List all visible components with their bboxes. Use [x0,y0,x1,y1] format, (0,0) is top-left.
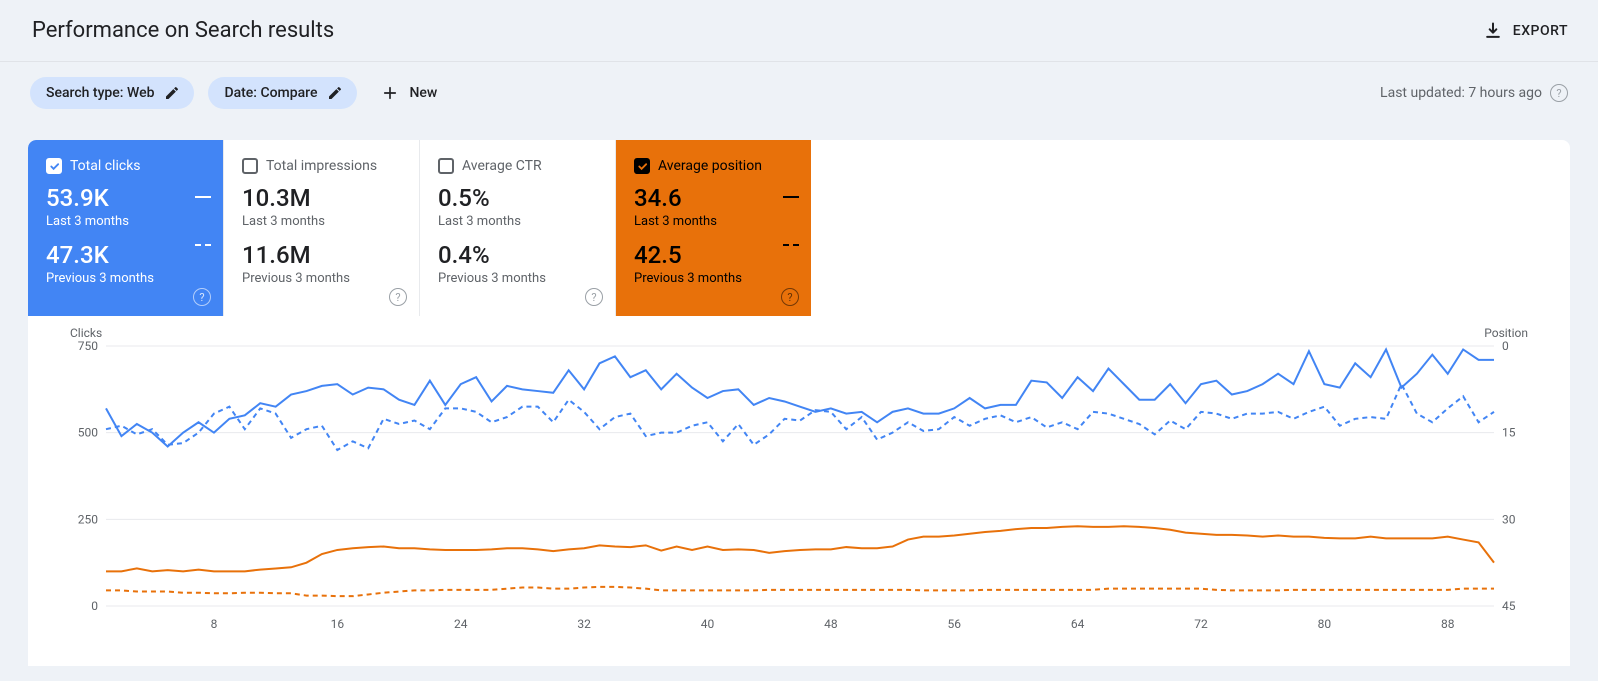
svg-text:8: 8 [211,617,218,631]
filter-search-type-label: Search type: Web [46,85,154,101]
metric-value-current: 10.3M [242,184,419,212]
metric-period-current: Last 3 months [438,214,615,229]
legend-solid-icon [783,196,799,198]
metric-total-clicks[interactable]: Total clicks 53.9K Last 3 months 47.3K P… [28,140,224,316]
metric-period-previous: Previous 3 months [46,271,223,286]
plus-icon [381,84,399,102]
performance-card: Total clicks 53.9K Last 3 months 47.3K P… [28,140,1570,666]
checkbox-icon [242,158,258,174]
svg-text:15: 15 [1502,426,1516,440]
svg-text:24: 24 [454,617,468,631]
metric-tabs: Total clicks 53.9K Last 3 months 47.3K P… [28,140,1570,316]
svg-text:30: 30 [1502,512,1516,526]
help-icon[interactable]: ? [781,286,799,307]
last-updated-text: Last updated: 7 hours ago [1380,85,1542,101]
y-axis-left-label: Clicks [70,326,102,340]
svg-text:250: 250 [78,512,98,526]
filter-date-label: Date: Compare [224,85,317,101]
svg-text:72: 72 [1194,617,1208,631]
svg-text:16: 16 [331,617,345,631]
svg-text:32: 32 [577,617,591,631]
metric-label: Average position [658,158,762,174]
metric-period-previous: Previous 3 months [438,271,615,286]
export-label: EXPORT [1513,23,1568,39]
svg-text:80: 80 [1318,617,1332,631]
metric-average-position[interactable]: Average position 34.6 Last 3 months 42.5… [616,140,811,316]
svg-text:0: 0 [1502,339,1509,353]
filter-date[interactable]: Date: Compare [208,77,357,109]
last-updated: Last updated: 7 hours ago ? [1380,84,1568,102]
pencil-icon [327,85,343,101]
metric-period-current: Last 3 months [46,214,223,229]
svg-text:40: 40 [701,617,715,631]
svg-text:48: 48 [824,617,838,631]
metric-value-previous: 0.4% [438,241,615,269]
metric-value-current: 34.6 [634,184,811,212]
y-axis-right-label: Position [1484,326,1528,340]
pencil-icon [164,85,180,101]
help-icon[interactable]: ? [193,286,211,307]
metric-period-previous: Previous 3 months [242,271,419,286]
help-icon[interactable]: ? [389,286,407,307]
page-title: Performance on Search results [32,18,334,43]
page-header: Performance on Search results EXPORT [0,0,1598,62]
checkbox-icon [46,158,62,174]
help-icon[interactable]: ? [585,286,603,307]
help-icon[interactable]: ? [1550,84,1568,102]
metric-label: Average CTR [462,158,542,174]
metric-average-ctr[interactable]: Average CTR 0.5% Last 3 months 0.4% Prev… [420,140,616,316]
download-icon [1483,21,1503,41]
svg-text:45: 45 [1502,599,1516,613]
svg-text:500: 500 [78,426,98,440]
svg-text:0: 0 [91,599,98,613]
svg-text:56: 56 [947,617,961,631]
metric-value-previous: 11.6M [242,241,419,269]
performance-chart: 0 250 500 750 0 15 30 45 8 16 24 32 40 48 56 64 72 80 88 [70,336,1530,636]
svg-text:750: 750 [78,339,98,353]
checkbox-icon [634,158,650,174]
legend-dashed-icon [195,244,211,246]
metric-period-current: Last 3 months [242,214,419,229]
metric-period-current: Last 3 months [634,214,811,229]
metric-value-current: 0.5% [438,184,615,212]
metric-label: Total impressions [266,158,377,174]
checkbox-icon [438,158,454,174]
metric-value-current: 53.9K [46,184,223,212]
metric-period-previous: Previous 3 months [634,271,811,286]
add-filter-label: New [409,85,437,101]
filter-bar: Search type: Web Date: Compare New Last … [0,62,1598,140]
legend-dashed-icon [783,244,799,246]
export-button[interactable]: EXPORT [1483,21,1568,41]
chart-area: Clicks Position 0 250 500 750 0 15 30 45 8 16 24 32… [28,316,1570,666]
filter-search-type[interactable]: Search type: Web [30,77,194,109]
metric-label: Total clicks [70,158,141,174]
add-filter-button[interactable]: New [371,76,447,110]
svg-text:88: 88 [1441,617,1455,631]
legend-solid-icon [195,196,211,198]
metric-total-impressions[interactable]: Total impressions 10.3M Last 3 months 11… [224,140,420,316]
svg-text:64: 64 [1071,617,1085,631]
